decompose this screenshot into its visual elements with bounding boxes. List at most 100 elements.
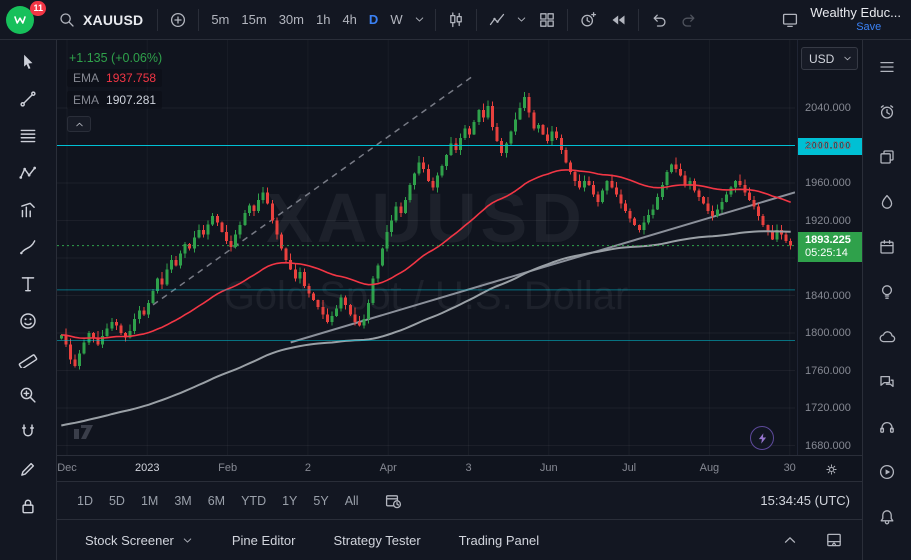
trendline-icon <box>18 89 38 109</box>
compare-add-symbol-button[interactable] <box>164 6 192 34</box>
save-button[interactable]: Save <box>856 21 901 34</box>
chart-style-button[interactable] <box>442 6 470 34</box>
time-axis-label: Dec <box>57 462 77 474</box>
range-buttons: 1D5D1M3M6MYTD1Y5YAll <box>69 490 367 512</box>
layout-grid-button[interactable] <box>533 6 561 34</box>
indicator-value: 1907.281 <box>106 93 156 107</box>
tool-draw[interactable] <box>13 455 43 483</box>
tool-brush[interactable] <box>13 233 43 261</box>
timeframe-w[interactable]: W <box>384 8 408 31</box>
tool-emoji[interactable] <box>13 307 43 335</box>
restore-panel-button[interactable] <box>820 526 848 554</box>
range-1m[interactable]: 1M <box>133 490 166 512</box>
range-6m[interactable]: 6M <box>200 490 233 512</box>
timeframe-15m[interactable]: 15m <box>235 8 272 31</box>
currency-select[interactable]: USD <box>801 47 858 70</box>
tool-text[interactable] <box>13 270 43 298</box>
lock-icon <box>18 496 38 516</box>
tool-xabcd-pattern[interactable] <box>13 159 43 187</box>
tool-forecast[interactable] <box>13 196 43 224</box>
sidebar-minds-button[interactable] <box>873 323 901 351</box>
sidebar-chats-button[interactable] <box>873 368 901 396</box>
range-1y[interactable]: 1Y <box>274 490 305 512</box>
cursor-icon <box>18 52 38 72</box>
tool-lock-drawings[interactable] <box>13 492 43 520</box>
tab-strategy-tester[interactable]: Strategy Tester <box>333 533 420 548</box>
user-menu-button[interactable]: 11 <box>4 3 48 37</box>
server-clock[interactable]: 15:34:45 (UTC) <box>760 493 850 508</box>
timeframe-30m[interactable]: 30m <box>273 8 310 31</box>
timeframe-1h[interactable]: 1h <box>310 8 336 31</box>
tool-magnet[interactable] <box>13 418 43 446</box>
tool-zoom[interactable] <box>13 381 43 409</box>
tradingview-logo[interactable] <box>71 421 99 441</box>
bar-replay-button[interactable] <box>604 6 632 34</box>
chart-pane[interactable]: XAUUSD Gold Spot / U.S. Dollar +1.135 (+… <box>57 40 862 455</box>
time-axis-label: Feb <box>218 462 237 474</box>
sidebar-streams-button[interactable] <box>873 458 901 486</box>
sidebar-notifications-button[interactable] <box>873 503 901 531</box>
indicators-button[interactable] <box>483 6 511 34</box>
timeframe-5m[interactable]: 5m <box>205 8 235 31</box>
chart-canvas[interactable] <box>57 40 795 455</box>
sidebar-alerts-button[interactable] <box>873 98 901 126</box>
undo-button[interactable] <box>645 6 673 34</box>
replay-icon <box>609 11 627 29</box>
go-to-date-button[interactable] <box>379 487 407 515</box>
symbol-search-button[interactable]: XAUUSD <box>50 7 151 33</box>
tool-measure[interactable] <box>13 344 43 372</box>
tab-trading-panel[interactable]: Trading Panel <box>459 533 539 548</box>
axis-settings-button[interactable] <box>822 460 840 478</box>
ema-legend-row[interactable]: EMA 1907.281 <box>67 91 162 109</box>
range-5y[interactable]: 5Y <box>305 490 336 512</box>
toolbar-separator <box>567 9 568 31</box>
range-ytd[interactable]: YTD <box>233 490 274 512</box>
time-axis[interactable]: Dec2023Feb2Apr3JunJulAug30 <box>57 455 862 481</box>
ema-legend-row[interactable]: EMA 1937.758 <box>67 69 162 87</box>
price-axis[interactable]: USD 2000.000 1893.225 05:25:14 2040.0002… <box>797 40 862 455</box>
indicator-templates-button[interactable] <box>513 6 531 34</box>
alarm-icon <box>878 103 896 121</box>
tab-stock-screener[interactable]: Stock Screener <box>85 533 194 548</box>
timeframe-4h[interactable]: 4h <box>336 8 362 31</box>
tool-fib-retracement[interactable] <box>13 122 43 150</box>
range-all[interactable]: All <box>337 490 367 512</box>
tab-pine-editor[interactable]: Pine Editor <box>232 533 296 548</box>
account-menu[interactable]: Wealthy Educ... Save <box>810 6 901 34</box>
right-sidebar <box>862 40 911 560</box>
alert-clock-icon <box>579 11 597 29</box>
timeframe-d[interactable]: D <box>363 8 384 31</box>
chevron-down-icon <box>413 13 426 26</box>
tool-trend-line[interactable] <box>13 85 43 113</box>
sidebar-watchlist-button[interactable] <box>873 53 901 81</box>
search-icon <box>58 11 76 29</box>
fullscreen-button[interactable] <box>776 6 804 34</box>
create-alert-button[interactable] <box>574 6 602 34</box>
quick-trade-button[interactable] <box>750 426 774 450</box>
range-3m[interactable]: 3M <box>166 490 199 512</box>
play-icon <box>878 463 896 481</box>
sidebar-support-button[interactable] <box>873 413 901 441</box>
drawing-toolbar <box>0 40 57 560</box>
time-axis-label: Jul <box>622 462 636 474</box>
fib-icon <box>18 126 38 146</box>
open-panel-button[interactable] <box>776 526 804 554</box>
grid-icon <box>538 11 556 29</box>
toolbar-separator <box>638 9 639 31</box>
tool-cursor[interactable] <box>13 48 43 76</box>
sidebar-calendar-button[interactable] <box>873 233 901 261</box>
range-5d[interactable]: 5D <box>101 490 133 512</box>
legend-collapse-button[interactable] <box>67 116 91 132</box>
cloud-icon <box>878 328 896 346</box>
range-1d[interactable]: 1D <box>69 490 101 512</box>
timeframe-menu-button[interactable] <box>411 6 429 34</box>
timeframe-row: 5m15m30m1h4hDW <box>205 8 408 31</box>
sidebar-object-tree-button[interactable] <box>873 143 901 171</box>
zoom-icon <box>18 385 38 405</box>
chevron-down-icon <box>842 53 853 64</box>
emoji-icon <box>18 311 38 331</box>
chart-grid <box>57 40 795 455</box>
sidebar-hotlists-button[interactable] <box>873 188 901 216</box>
redo-button[interactable] <box>675 6 703 34</box>
sidebar-ideas-button[interactable] <box>873 278 901 306</box>
